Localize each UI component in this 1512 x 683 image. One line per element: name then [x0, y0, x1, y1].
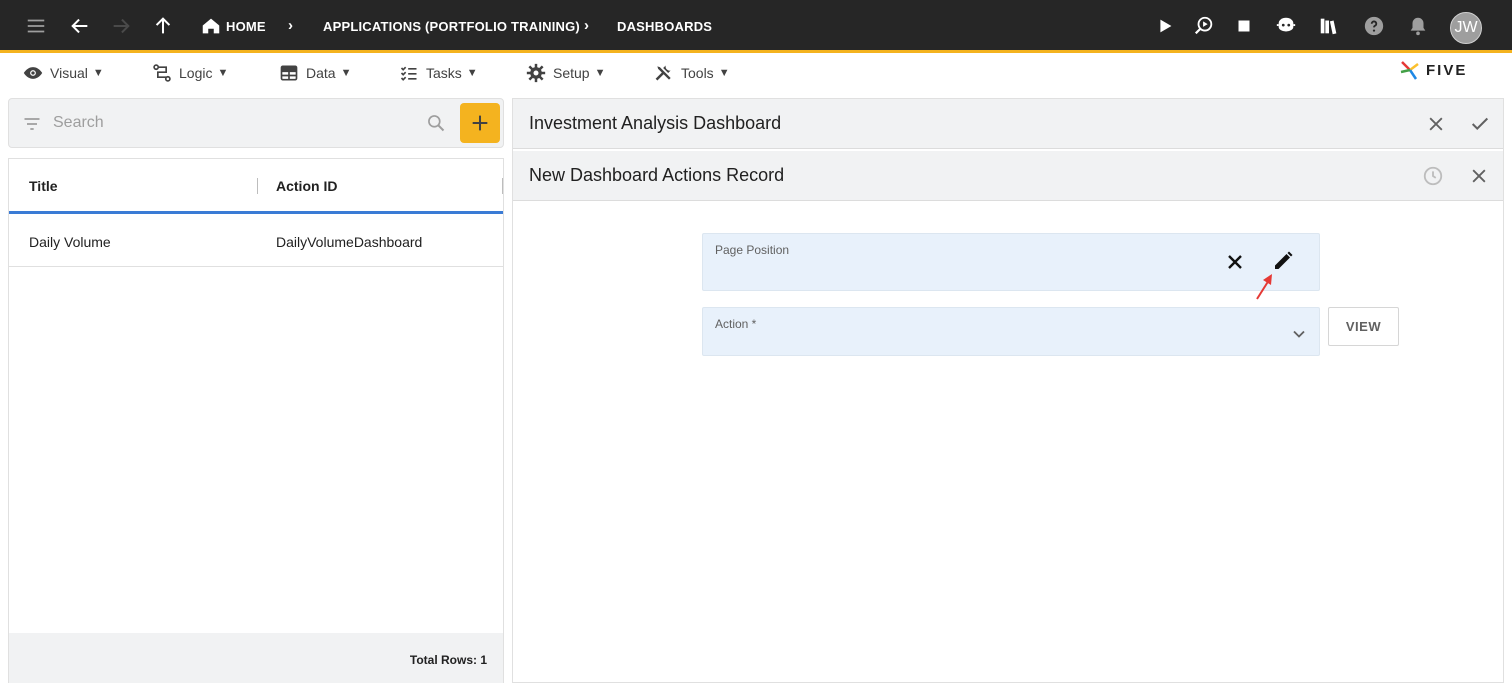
tools-icon — [655, 65, 671, 81]
eye-icon — [23, 67, 43, 79]
cell-action-id: DailyVolumeDashboard — [276, 234, 423, 250]
menu-data[interactable]: Data ▼ — [279, 62, 351, 84]
menu-logic-label: Logic — [179, 65, 213, 81]
avatar[interactable]: JW — [1450, 12, 1482, 44]
help-icon[interactable] — [1361, 13, 1387, 39]
menu-tools-label: Tools — [681, 65, 714, 81]
chevron-down-icon[interactable] — [1289, 324, 1309, 344]
menu-setup-label: Setup — [553, 65, 590, 81]
check-icon[interactable] — [1468, 112, 1492, 136]
search-icon[interactable] — [426, 113, 446, 133]
top-app-bar: HOME › APPLICATIONS (PORTFOLIO TRAINING)… — [0, 0, 1512, 53]
column-header-title[interactable]: Title — [29, 178, 58, 194]
column-divider[interactable] — [502, 178, 503, 194]
table-row[interactable]: Daily Volume DailyVolumeDashboard — [9, 217, 503, 267]
forward-arrow-icon[interactable] — [108, 13, 134, 39]
filter-icon[interactable] — [22, 114, 42, 134]
checklist-icon — [400, 66, 417, 81]
caret-down-icon: ▼ — [217, 67, 229, 79]
view-button[interactable]: VIEW — [1328, 307, 1399, 346]
menu-visual-label: Visual — [50, 65, 88, 81]
action-label: Action * — [715, 317, 757, 331]
menu-icon[interactable] — [23, 13, 49, 39]
add-record-button[interactable] — [460, 103, 500, 143]
form-title: New Dashboard Actions Record — [529, 165, 785, 185]
stop-icon[interactable] — [1231, 13, 1257, 39]
clear-icon[interactable] — [1223, 250, 1247, 274]
page-position-label: Page Position — [715, 243, 790, 257]
form-header-bar: New Dashboard Actions Record — [513, 151, 1503, 201]
gear-icon — [526, 63, 546, 83]
history-clock-icon[interactable] — [1421, 164, 1445, 188]
caret-down-icon: ▼ — [718, 67, 730, 79]
chevron-right-icon: › — [584, 17, 589, 34]
five-logo: FIVE — [1398, 58, 1467, 82]
menu-tasks[interactable]: Tasks ▼ — [399, 62, 478, 84]
menu-bar: Visual ▼ Logic ▼ Data ▼ Tasks ▼ Setup ▼ … — [0, 56, 1512, 92]
menu-visual[interactable]: Visual ▼ — [23, 62, 104, 84]
plus-icon — [472, 115, 488, 131]
five-logo-icon — [1400, 61, 1419, 80]
home-icon[interactable] — [198, 13, 224, 39]
logic-flow-icon — [153, 64, 171, 82]
total-rows: Total Rows: 1 — [409, 653, 487, 667]
column-header-action-id[interactable]: Action ID — [276, 178, 337, 194]
action-select[interactable]: Action * — [702, 307, 1320, 356]
chevron-right-icon: › — [288, 17, 293, 34]
column-divider[interactable] — [257, 178, 258, 194]
back-arrow-icon[interactable] — [67, 13, 93, 39]
table-icon — [280, 65, 298, 81]
logo-text: FIVE — [1426, 61, 1468, 79]
caret-down-icon: ▼ — [594, 67, 606, 79]
page-position-field[interactable]: Page Position — [702, 233, 1320, 291]
caret-down-icon: ▼ — [466, 67, 478, 79]
menu-setup[interactable]: Setup ▼ — [526, 62, 605, 84]
close-icon[interactable] — [1424, 112, 1448, 136]
debug-search-icon[interactable] — [1191, 13, 1217, 39]
breadcrumb-home[interactable]: HOME — [226, 19, 266, 34]
chat-bot-icon[interactable] — [1273, 13, 1299, 39]
detail-panel: Investment Analysis Dashboard New Dashbo… — [512, 98, 1504, 683]
menu-tools[interactable]: Tools ▼ — [654, 62, 730, 84]
notifications-icon[interactable] — [1405, 13, 1431, 39]
annotation-arrow-icon — [1256, 274, 1272, 300]
parent-record-bar: Investment Analysis Dashboard — [513, 99, 1503, 149]
close-icon[interactable] — [1467, 164, 1491, 188]
breadcrumb-applications[interactable]: APPLICATIONS (PORTFOLIO TRAINING) — [323, 19, 580, 34]
up-arrow-icon[interactable] — [150, 13, 176, 39]
list-footer: Total Rows: 1 — [9, 633, 503, 683]
library-icon[interactable] — [1316, 13, 1342, 39]
cell-title: Daily Volume — [29, 234, 111, 250]
parent-record-title: Investment Analysis Dashboard — [529, 113, 782, 133]
menu-logic[interactable]: Logic ▼ — [152, 62, 228, 84]
caret-down-icon: ▼ — [92, 67, 104, 79]
menu-data-label: Data — [306, 65, 336, 81]
search-bar — [8, 98, 504, 148]
play-icon[interactable] — [1152, 13, 1178, 39]
menu-tasks-label: Tasks — [426, 65, 462, 81]
breadcrumb-dashboards[interactable]: DASHBOARDS — [617, 19, 712, 34]
list-header: Title Action ID — [9, 159, 503, 214]
caret-down-icon: ▼ — [340, 67, 352, 79]
search-input[interactable] — [53, 113, 413, 133]
records-list: Title Action ID Daily Volume DailyVolume… — [8, 158, 504, 683]
